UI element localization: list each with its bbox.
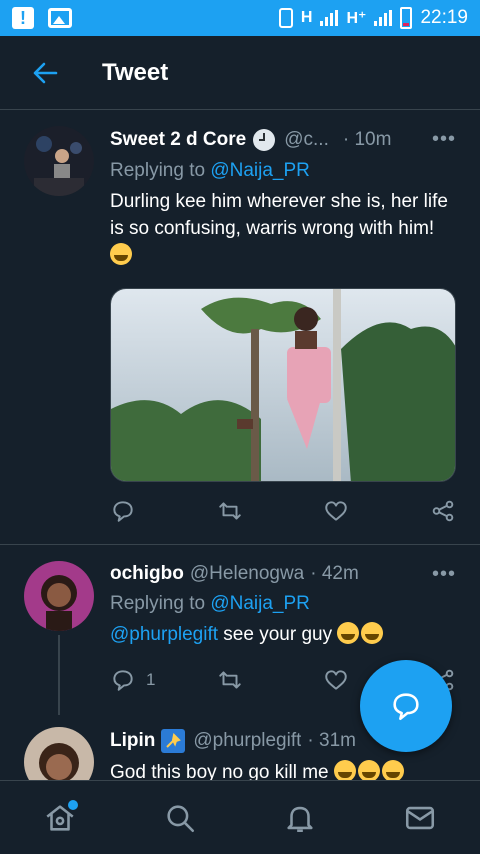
nav-notifications[interactable] [280, 798, 320, 838]
tweet-text: Durling kee him wherever she is, her lif… [110, 188, 456, 269]
back-arrow-icon [33, 62, 58, 83]
author-handle[interactable]: @Helenogwa [190, 563, 304, 585]
replying-to: Replying to @Naija_PR [110, 160, 310, 181]
tweet-image[interactable] [110, 288, 456, 482]
author-name[interactable]: Lipin [110, 730, 155, 752]
status-bar: ! H H⁺ 22:19 [0, 0, 480, 36]
author-handle[interactable]: @c... [284, 129, 329, 151]
more-options-button[interactable]: ••• [432, 128, 456, 151]
avatar[interactable] [24, 727, 94, 780]
back-button[interactable] [24, 52, 66, 94]
tweet-text: @phurplegift see your guy [110, 621, 456, 648]
tweet-time: · 10m [342, 129, 392, 150]
compose-reply-button[interactable] [360, 660, 452, 752]
weary-emoji-icon [333, 760, 356, 780]
alert-icon: ! [12, 7, 34, 29]
author-handle[interactable]: @phurplegift [193, 730, 301, 752]
bottom-navigation [0, 780, 480, 854]
retweet-button[interactable] [217, 667, 287, 693]
bell-icon [287, 806, 313, 832]
replying-to-link[interactable]: @Naija_PR [210, 593, 310, 614]
more-options-button[interactable]: ••• [432, 563, 456, 586]
retweet-icon [218, 502, 241, 520]
clock: 22:19 [420, 7, 468, 28]
clock-emoji-icon [253, 129, 276, 151]
tweet-meta: ochigbo @Helenogwa · 42m [110, 563, 456, 585]
vibrate-icon [278, 8, 293, 28]
battery-icon [400, 7, 413, 29]
avatar[interactable] [24, 561, 94, 631]
reply-button[interactable] [110, 498, 180, 524]
reply-button[interactable]: 1 [110, 667, 180, 693]
retweet-icon [218, 671, 241, 689]
heart-icon [325, 501, 348, 521]
mail-icon [405, 806, 435, 829]
author-name[interactable]: Sweet 2 d Core [110, 129, 246, 151]
tweet-time: · 42m [310, 563, 359, 584]
main-tweet[interactable]: Sweet 2 d Core @c... · 10m ••• Replying … [0, 110, 480, 544]
replying-to-link[interactable]: @Naija_PR [210, 160, 310, 181]
mention-link[interactable]: @phurplegift [110, 624, 218, 645]
author-name[interactable]: ochigbo [110, 563, 184, 585]
tears-of-joy-emoji-icon [357, 760, 380, 780]
avatar[interactable] [24, 126, 94, 196]
nav-messages[interactable] [400, 798, 440, 838]
like-button[interactable] [323, 498, 393, 524]
tears-of-joy-emoji-icon [337, 622, 360, 644]
reply-icon [113, 670, 133, 691]
thread-line [58, 635, 60, 715]
tweet-time: · 31m [307, 730, 356, 751]
reply-count: 1 [146, 670, 156, 689]
tweet-actions [110, 498, 456, 524]
image-notification-icon [48, 8, 72, 28]
laughing-emoji-icon [361, 622, 384, 644]
signal-icon [320, 10, 339, 26]
shooting-star-badge-icon [161, 729, 186, 753]
page-title: Tweet [102, 58, 169, 86]
search-icon [167, 804, 195, 832]
network-type-2: H⁺ [346, 10, 367, 27]
header: Tweet [0, 36, 480, 110]
replying-to: Replying to @Naija_PR [110, 593, 310, 614]
reply-bubble-icon [393, 693, 419, 721]
network-type-1: H [300, 9, 313, 26]
reply-icon [113, 501, 133, 522]
tweet-text: God this boy no go kill me [110, 759, 456, 780]
tweet-meta: Sweet 2 d Core @c... · 10m [110, 128, 456, 152]
share-icon [432, 500, 454, 522]
signal-icon-2 [374, 10, 393, 26]
heart-icon [325, 670, 348, 690]
nav-search[interactable] [160, 798, 200, 838]
tears-of-joy-emoji-icon [110, 243, 132, 265]
retweet-button[interactable] [217, 498, 287, 524]
tears-of-joy-emoji-icon [381, 760, 404, 780]
notification-dot [68, 799, 78, 810]
share-button[interactable] [430, 498, 456, 524]
nav-home[interactable] [40, 798, 80, 838]
